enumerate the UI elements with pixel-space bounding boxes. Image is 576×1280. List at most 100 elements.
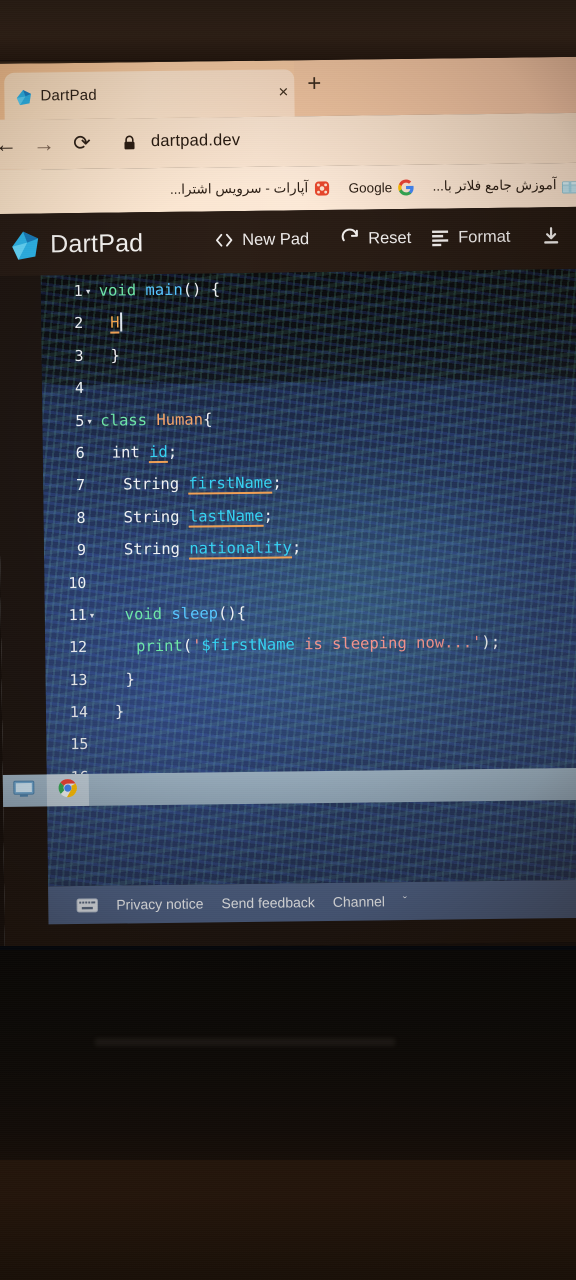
line-number: 7 [76, 476, 86, 495]
line-number: 9 [76, 541, 87, 560]
line-number: 3 [74, 346, 84, 365]
download-icon [541, 226, 561, 246]
code-text: class Human{ [100, 403, 212, 437]
keyboard-icon[interactable] [76, 897, 99, 913]
code-token: (){ [217, 603, 247, 623]
channel-selector[interactable]: Channel [333, 893, 385, 910]
dart-logo-icon [14, 88, 33, 107]
omnibox-row: ← → ⟳ dartpad.dev [0, 112, 576, 170]
privacy-notice-link[interactable]: Privacy notice [116, 896, 203, 913]
fold-arrow-icon[interactable]: ▾ [89, 600, 101, 633]
format-button[interactable]: Format [430, 227, 511, 248]
back-arrow-icon[interactable]: ← [0, 132, 19, 158]
code-token: id [148, 442, 168, 464]
display-icon [13, 779, 35, 802]
send-feedback-link[interactable]: Send feedback [221, 894, 315, 911]
reload-icon[interactable]: ⟳ [69, 131, 95, 157]
browser-tab-dartpad[interactable]: DartPad × [4, 69, 295, 120]
code-token: ); [481, 633, 501, 652]
code-token: ; [272, 473, 282, 492]
line-number: 4 [74, 379, 85, 398]
code-token: nationality [189, 538, 293, 560]
gift-icon [561, 176, 576, 194]
chevron-down-icon[interactable]: ˇ [403, 894, 407, 908]
forward-arrow-icon[interactable]: → [31, 131, 57, 157]
install-button[interactable] [541, 226, 569, 246]
reset-label: Reset [368, 228, 412, 247]
aparat-icon [313, 179, 330, 196]
code-token: { [202, 409, 213, 429]
fold-arrow-icon[interactable]: ▾ [85, 276, 97, 309]
code-text: print('$firstName is sleeping now...'); [103, 626, 500, 663]
code-token: } [114, 702, 125, 721]
laptop-screen: DartPad × + ← → ⟳ dartpad.dev آموزش جامع… [0, 56, 576, 949]
code-token: String [123, 507, 180, 527]
code-token: ; [291, 538, 302, 557]
address-bar-url[interactable]: dartpad.dev [151, 131, 241, 151]
new-tab-button[interactable]: + [301, 70, 327, 98]
tab-strip: DartPad × + [0, 56, 576, 120]
line-number: 13 [69, 670, 88, 689]
text-cursor [120, 312, 123, 332]
line-number: 10 [68, 573, 87, 592]
screen-bottom-edge [0, 946, 576, 950]
bookmark-item-aparat[interactable]: آپارات - سرویس اشترا... [163, 166, 338, 212]
new-pad-label: New Pad [242, 229, 310, 249]
new-pad-button[interactable]: New Pad [214, 229, 309, 250]
code-token: main [145, 280, 183, 300]
code-token: () { [182, 280, 221, 299]
code-text: } [103, 663, 135, 696]
bookmark-label: آموزش جامع فلاتر با... [432, 177, 557, 194]
desk-warm-light [0, 1160, 576, 1280]
bookmark-item-google[interactable]: Google [341, 165, 421, 210]
dartpad-brand: DartPad [50, 229, 144, 259]
code-text: String lastName; [101, 499, 273, 533]
taskbar-item-display[interactable] [3, 774, 45, 807]
code-token: } [110, 346, 121, 365]
line-number: 2 [74, 314, 84, 333]
line-number: 15 [70, 735, 89, 754]
code-brackets-icon [214, 230, 234, 250]
reset-button[interactable]: Reset [340, 228, 411, 249]
line-number: 5 [75, 411, 85, 430]
line-number: 1 [73, 281, 83, 301]
code-token: String [123, 539, 181, 559]
code-text: } [99, 339, 120, 372]
code-token: class [100, 410, 148, 430]
chrome-icon [58, 778, 78, 803]
code-token: int [111, 443, 140, 462]
dartpad-app: DartPad New Pad Reset Format 1 ▾ void ma… [0, 206, 576, 949]
bookmark-label: Google [348, 179, 393, 196]
laptop-bezel-top [0, 0, 576, 66]
dart-logo-icon [8, 227, 42, 261]
code-token: void [98, 281, 137, 300]
chrome-browser-window: DartPad × + ← → ⟳ dartpad.dev آموزش جامع… [0, 56, 576, 949]
code-text: int id; [101, 436, 178, 469]
line-number: 6 [75, 443, 85, 462]
line-number: 12 [68, 638, 88, 657]
code-text: H [99, 307, 123, 340]
code-token: void [124, 604, 163, 624]
close-icon[interactable]: × [272, 81, 294, 103]
code-token: ( [182, 636, 193, 656]
dartpad-status-bar: Privacy notice Send feedback Channel ˇ [48, 879, 576, 925]
code-text: String nationality; [102, 531, 302, 566]
lock-icon [123, 135, 136, 150]
code-token: H [110, 313, 120, 334]
bookmark-item-flutter-course[interactable]: آموزش جامع فلاتر با... [425, 163, 576, 209]
code-text: String firstName; [101, 467, 282, 502]
format-lines-icon [430, 227, 450, 247]
line-number: 11 [68, 605, 87, 625]
taskbar-item-chrome[interactable] [46, 773, 90, 807]
code-token: $firstName [201, 635, 295, 655]
code-text: } [104, 696, 125, 729]
code-token: print [136, 637, 183, 656]
code-token: ; [263, 506, 273, 525]
line-number: 14 [69, 702, 89, 722]
code-token: is sleeping now...' [294, 633, 482, 654]
fold-arrow-icon[interactable]: ▾ [86, 405, 98, 438]
bookmarks-bar: آموزش جامع فلاتر با... Google آپارات - س… [0, 162, 576, 214]
